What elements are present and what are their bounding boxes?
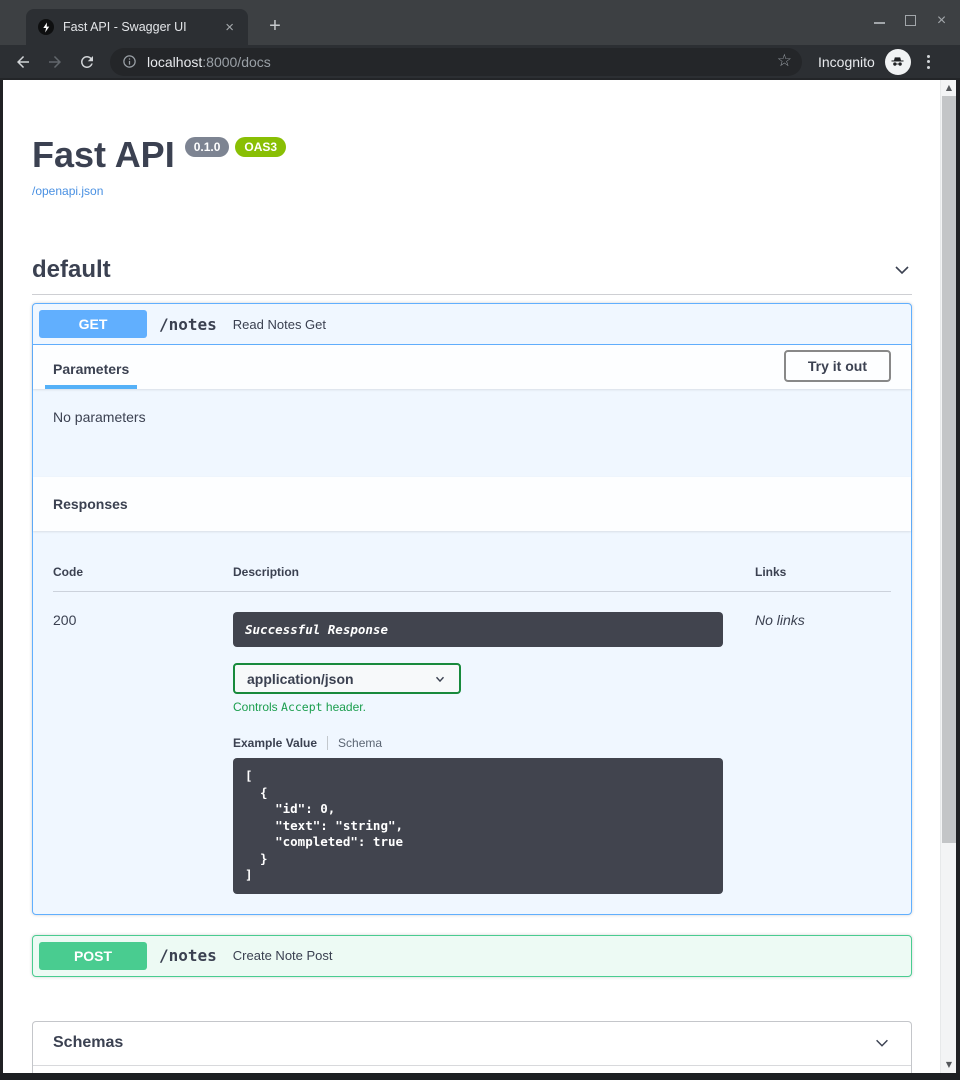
incognito-label: Incognito: [818, 54, 875, 70]
response-code: 200: [53, 592, 233, 894]
tab-divider: [327, 736, 328, 750]
incognito-icon: [885, 49, 911, 75]
parameters-body: No parameters: [33, 389, 911, 477]
schemas-chevron-down-icon[interactable]: [873, 1034, 891, 1052]
post-path: /notes: [159, 946, 217, 965]
opblock-post-notes: POST /notes Create Note Post: [32, 935, 912, 977]
vertical-scrollbar[interactable]: ▲ ▼: [940, 80, 956, 1073]
tag-section-header[interactable]: default: [32, 256, 912, 295]
schemas-header[interactable]: Schemas: [33, 1022, 911, 1066]
window-controls: ×: [873, 14, 948, 27]
bookmark-star-icon[interactable]: ☆: [777, 53, 792, 70]
parameters-header: Parameters Try it out: [33, 345, 911, 389]
window-maximize-button[interactable]: [904, 14, 917, 27]
schemas-title: Schemas: [53, 1034, 123, 1052]
new-tab-button[interactable]: +: [262, 14, 288, 40]
browser-titlebar: Fast API - Swagger UI × + ×: [0, 0, 960, 45]
window-bottom-border: [0, 1073, 960, 1080]
post-summary-text: Create Note Post: [233, 948, 333, 963]
response-links: No links: [755, 592, 891, 894]
browser-toolbar: localhost:8000/docs ☆ Incognito: [0, 45, 960, 80]
media-type-select[interactable]: application/json: [233, 663, 461, 694]
get-method-badge: GET: [39, 310, 147, 338]
oas3-badge: OAS3: [235, 137, 286, 157]
fastapi-favicon-icon: [38, 19, 54, 35]
scrollbar-up-icon[interactable]: ▲: [941, 80, 957, 96]
accept-code: Accept: [281, 700, 323, 714]
response-description-cell: Successful Response application/json Con…: [233, 592, 755, 894]
responses-table: Code Description Links 200 Successful Re…: [53, 565, 891, 894]
schemas-body: Note: [33, 1066, 911, 1074]
example-json-block: [ { "id": 0, "text": "string", "complete…: [233, 758, 723, 894]
responses-title: Responses: [53, 496, 128, 512]
forward-icon: [46, 53, 64, 71]
url-host: localhost: [147, 54, 202, 70]
no-parameters-text: No parameters: [53, 409, 146, 425]
responses-header: Responses: [33, 477, 911, 531]
example-schema-tabs: Example Value Schema: [233, 736, 755, 750]
tab-example-value[interactable]: Example Value: [233, 736, 317, 750]
tab-close-icon[interactable]: ×: [221, 18, 238, 37]
select-chevron-icon: [433, 672, 447, 686]
url-text: localhost:8000/docs: [147, 54, 777, 70]
page-info-icon[interactable]: [122, 54, 137, 69]
api-title-text: Fast API: [32, 134, 175, 176]
url-path: :8000/docs: [202, 54, 271, 70]
col-header-links: Links: [755, 565, 891, 592]
api-title: Fast API 0.1.0 OAS3: [32, 134, 912, 176]
browser-menu-icon[interactable]: [923, 51, 934, 73]
col-header-code: Code: [53, 565, 233, 592]
openapi-json-link[interactable]: /openapi.json: [32, 184, 103, 198]
chevron-down-icon[interactable]: [892, 260, 912, 280]
tab-schema[interactable]: Schema: [338, 736, 382, 750]
post-method-badge: POST: [39, 942, 147, 970]
swagger-page: Fast API 0.1.0 OAS3 /openapi.json defaul…: [3, 80, 940, 1073]
browser-tab[interactable]: Fast API - Swagger UI ×: [26, 9, 248, 45]
responses-body: Code Description Links 200 Successful Re…: [33, 565, 911, 914]
scrollbar-thumb[interactable]: [942, 96, 956, 843]
controls-accept-note: Controls Accept header.: [233, 700, 755, 714]
tab-title: Fast API - Swagger UI: [63, 20, 221, 34]
tab-parameters[interactable]: Parameters: [45, 349, 137, 389]
reload-icon[interactable]: [78, 53, 96, 71]
schemas-section: Schemas Note: [32, 1021, 912, 1074]
scrollbar-down-icon[interactable]: ▼: [941, 1057, 957, 1073]
get-summary-text: Read Notes Get: [233, 317, 326, 332]
window-minimize-button[interactable]: [873, 14, 886, 27]
post-notes-summary[interactable]: POST /notes Create Note Post: [33, 936, 911, 976]
opblock-get-notes: GET /notes Read Notes Get Parameters Try…: [32, 303, 912, 915]
get-notes-summary[interactable]: GET /notes Read Notes Get: [33, 304, 911, 345]
tag-name: default: [32, 256, 111, 284]
back-icon[interactable]: [14, 53, 32, 71]
col-header-description: Description: [233, 565, 755, 592]
try-it-out-button[interactable]: Try it out: [784, 350, 891, 382]
response-description: Successful Response: [233, 612, 723, 647]
get-path: /notes: [159, 315, 217, 334]
address-bar[interactable]: localhost:8000/docs ☆: [110, 48, 802, 76]
window-close-button[interactable]: ×: [935, 14, 948, 27]
version-badge: 0.1.0: [185, 137, 230, 157]
media-type-value: application/json: [247, 671, 354, 687]
